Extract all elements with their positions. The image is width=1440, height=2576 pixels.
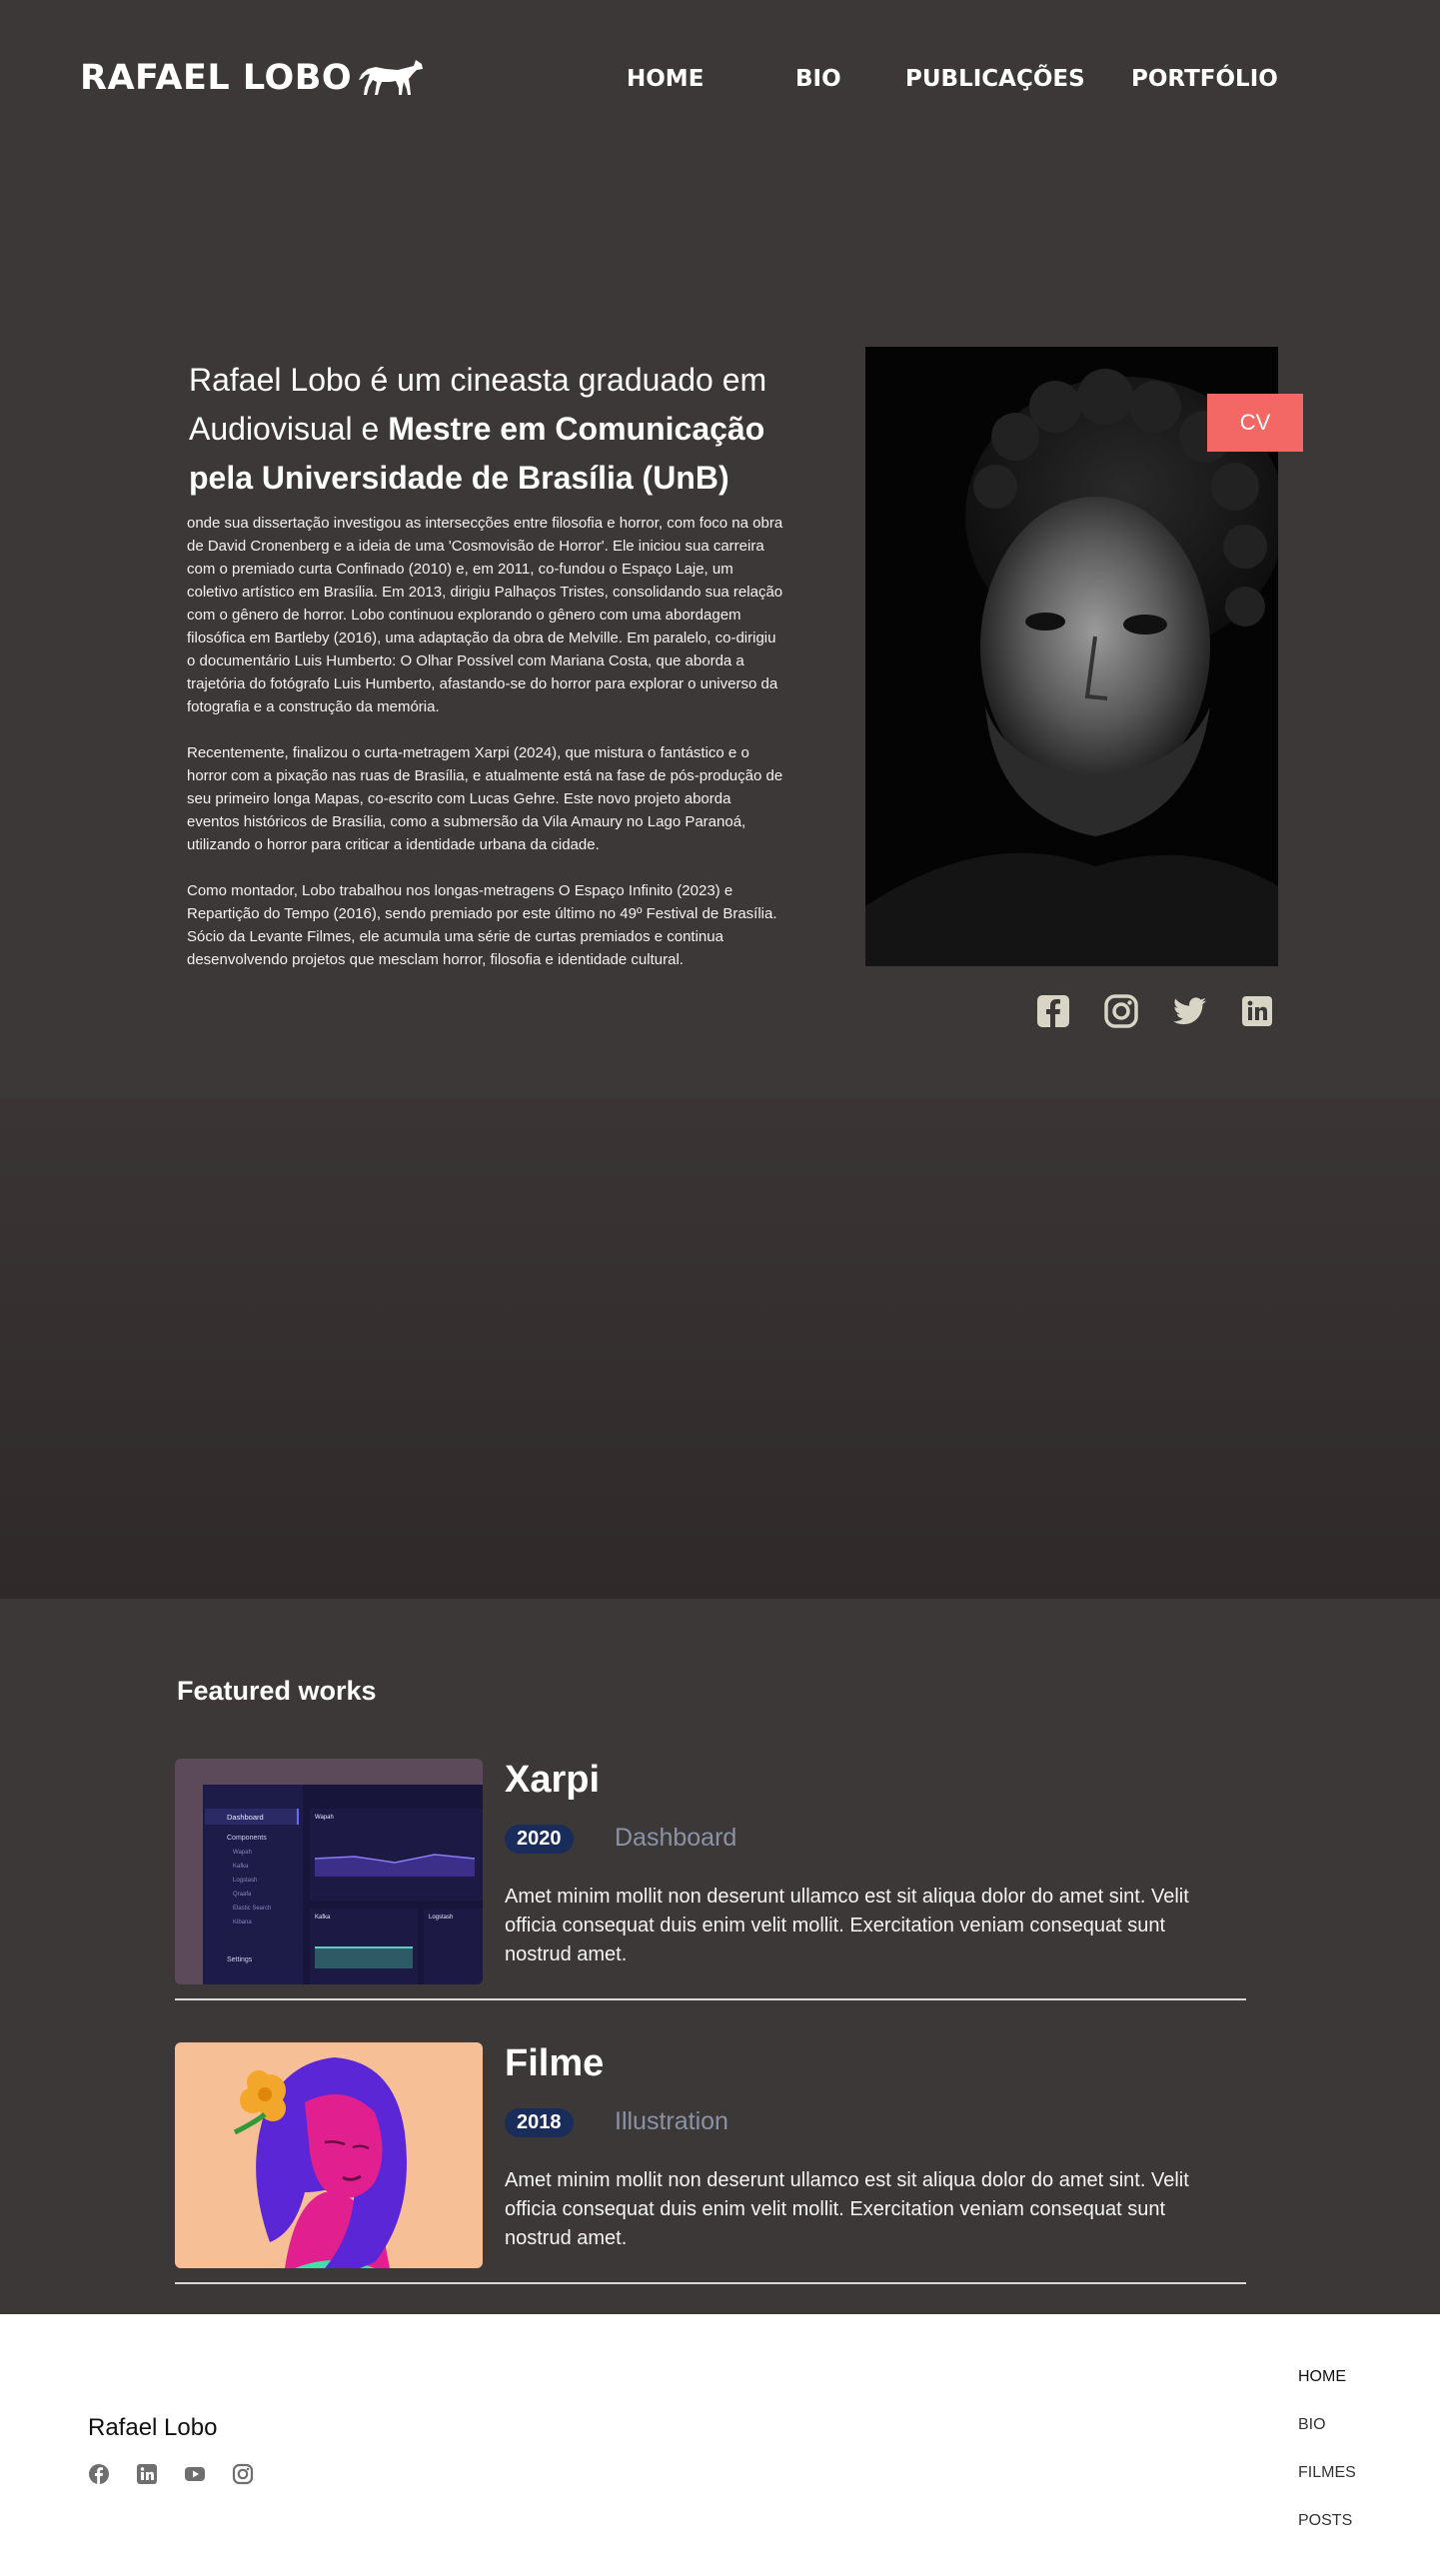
footer-nav-filmes[interactable]: FILMES — [1298, 2464, 1356, 2512]
thumb-menu-item: Elastic Search — [233, 1906, 271, 1912]
thumb-menu-item: Components — [227, 1835, 267, 1842]
main-nav: HOME BIO PUBLICAÇÕES PORTFÓLIO — [0, 66, 1440, 98]
thumb-panel-title: Wapah — [315, 1815, 334, 1821]
nav-portfolio[interactable]: PORTFÓLIO — [1131, 66, 1278, 92]
footer-nav: HOME BIO FILMES POSTS — [1298, 2368, 1356, 2560]
year-badge: 2020 — [505, 1825, 574, 1854]
featured-works-section: Featured works Dashboard Components Wapa… — [0, 1599, 1440, 2314]
footer-nav-posts[interactable]: POSTS — [1298, 2512, 1356, 2560]
divider — [175, 1998, 1246, 2000]
work-thumbnail: Dashboard Components Wapah Kafka Logstas… — [175, 1759, 483, 1984]
site-footer: Rafael Lobo HOME BIO FILMES POSTS — [0, 2314, 1440, 2576]
footer-nav-bio[interactable]: BIO — [1298, 2416, 1356, 2464]
work-card[interactable]: Filme 2018 Illustration Amet minim molli… — [175, 2042, 1246, 2284]
thumb-menu-item: Logstash — [233, 1878, 257, 1884]
nav-publicacoes[interactable]: PUBLICAÇÕES — [905, 66, 1085, 92]
cv-button[interactable]: CV — [1207, 394, 1303, 452]
instagram-icon[interactable] — [232, 2463, 254, 2485]
footer-nav-home[interactable]: HOME — [1298, 2368, 1356, 2416]
footer-social-links — [88, 2463, 254, 2485]
thumb-panel-title: Kafka — [315, 1915, 331, 1921]
hero-section: Rafael Lobo é um cineasta graduado em Au… — [0, 160, 1440, 1099]
work-description: Amet minim mollit non deserunt ullamco e… — [505, 1886, 1189, 1965]
nav-bio[interactable]: BIO — [795, 66, 841, 92]
hero-social-links — [1035, 993, 1275, 1029]
thumb-menu-item: Wapah — [233, 1850, 252, 1856]
dark-banner — [0, 1099, 1440, 1599]
nav-home[interactable]: HOME — [627, 66, 704, 92]
work-thumbnail — [175, 2042, 483, 2268]
work-title[interactable]: Xarpi — [505, 1759, 600, 1802]
thumb-menu-item: Kibana — [233, 1920, 252, 1926]
twitter-icon[interactable] — [1171, 993, 1207, 1029]
linkedin-icon[interactable] — [1239, 993, 1275, 1029]
facebook-icon[interactable] — [1035, 993, 1071, 1029]
thumb-menu-item: Qraafa — [233, 1892, 252, 1898]
bio-paragraph: Como montador, Lobo trabalhou nos longas… — [187, 882, 777, 968]
facebook-icon[interactable] — [88, 2463, 110, 2485]
footer-brand: Rafael Lobo — [88, 2414, 218, 2441]
year-badge: 2018 — [505, 2108, 574, 2137]
work-title[interactable]: Filme — [505, 2042, 604, 2085]
thumb-menu-item: Settings — [227, 1956, 253, 1963]
bio-paragraph: onde sua dissertação investigou as inter… — [187, 515, 783, 715]
work-description: Amet minim mollit non deserunt ullamco e… — [505, 2169, 1189, 2249]
work-category: Illustration — [615, 2107, 728, 2135]
thumb-menu-item: Dashboard — [227, 1813, 264, 1822]
instagram-icon[interactable] — [1103, 993, 1139, 1029]
work-card[interactable]: Dashboard Components Wapah Kafka Logstas… — [175, 1759, 1246, 2000]
bio-paragraph: Recentemente, finalizou o curta-metragem… — [187, 744, 783, 853]
site-header: RAFAEL LOBO HOME BIO PUBLICAÇÕES PORTFÓL… — [0, 0, 1440, 160]
youtube-icon[interactable] — [184, 2463, 206, 2485]
bio-text: onde sua dissertação investigou as inter… — [187, 512, 786, 994]
thumb-menu-item: Kafka — [233, 1864, 249, 1870]
linkedin-icon[interactable] — [136, 2463, 158, 2485]
thumb-panel-title: Logstash — [429, 1915, 453, 1921]
hero-lead: Rafael Lobo é um cineasta graduado em Au… — [189, 356, 808, 503]
featured-title: Featured works — [177, 1676, 377, 1706]
divider — [175, 2282, 1246, 2284]
work-category: Dashboard — [615, 1824, 737, 1852]
